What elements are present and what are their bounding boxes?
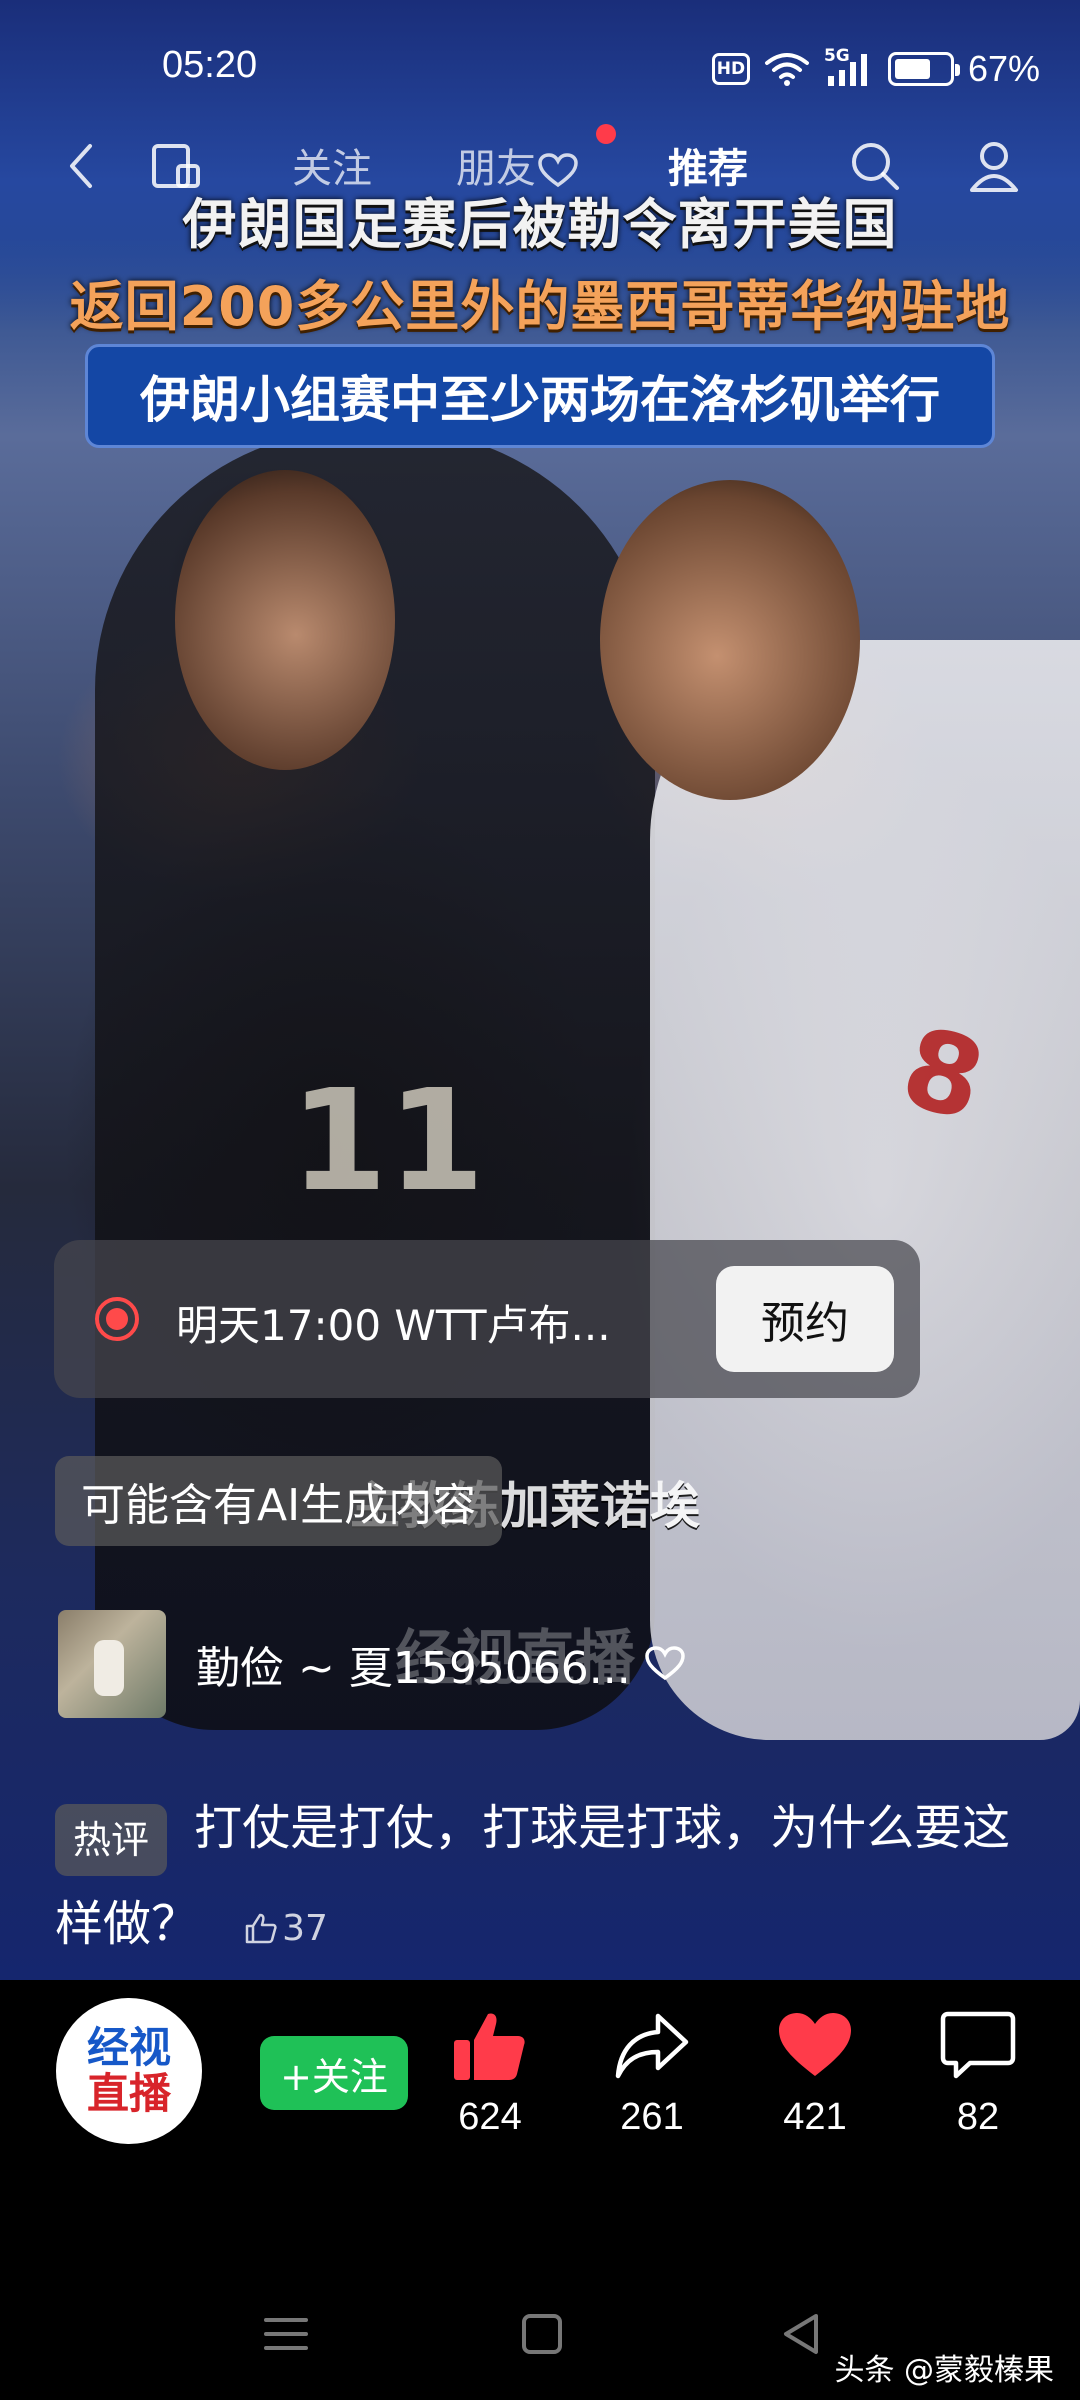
thumbs-up-outline-icon	[245, 1913, 277, 1944]
comment-button[interactable]: 82	[918, 2010, 1038, 2139]
share-icon	[615, 2013, 689, 2079]
live-reserve-card[interactable]: 明天17:00 WTT卢布... 预约	[54, 1240, 920, 1398]
notification-dot	[596, 124, 616, 144]
record-icon	[95, 1297, 139, 1341]
screen: 11 8 05:20 HD 5G 67% 关注 朋友 推荐 伊朗国足赛后被勒令离…	[0, 0, 1080, 2400]
hot-comment-like-count: 37	[282, 1908, 328, 1949]
action-bar: 经视 直播 +关注 624 261 421 82	[0, 1980, 1080, 2210]
channel-logo-line-1: 经视	[86, 2023, 171, 2072]
hd-icon: HD	[711, 53, 750, 85]
hot-comment-likes[interactable]: 37	[244, 1908, 328, 1949]
video-headline-3: 伊朗小组赛中至少两场在洛杉矶举行	[85, 344, 995, 448]
battery-tip	[954, 64, 960, 76]
battery-icon	[887, 52, 960, 86]
commenter-avatar[interactable]	[58, 1610, 166, 1718]
wifi-icon	[764, 53, 809, 86]
back-triangle-icon[interactable]	[772, 2304, 832, 2364]
status-bar: 05:20 HD 5G 67%	[0, 30, 1080, 110]
hot-comment[interactable]: 热评 打仗是打仗，打球是打球，为什么要这样做？ 37	[55, 1780, 1035, 1972]
ai-content-notice: 可能含有AI生成内容	[55, 1456, 503, 1546]
follow-button[interactable]: +关注	[260, 2036, 408, 2110]
favorite-count: 421	[783, 2096, 847, 2138]
channel-avatar[interactable]: 经视 直播	[56, 1998, 202, 2144]
top-commenter[interactable]: 勤俭 ~ 夏1595066...	[58, 1610, 685, 1718]
home-icon[interactable]	[512, 2304, 572, 2364]
menu-icon[interactable]	[256, 2304, 316, 2364]
favorite-button[interactable]: 421	[755, 2010, 875, 2139]
thumbs-up-icon	[454, 2013, 525, 2080]
video-headline-2: 返回200多公里外的墨西哥蒂华纳驻地	[69, 275, 1011, 338]
status-icons: HD 5G 67%	[711, 46, 1040, 90]
share-button[interactable]: 261	[592, 2010, 712, 2139]
share-count: 261	[620, 2096, 684, 2138]
battery-percent: 67%	[967, 48, 1040, 89]
status-time: 05:20	[162, 44, 258, 86]
battery-level-fill	[894, 59, 930, 79]
heart-outline-icon	[645, 1646, 685, 1681]
comment-icon	[940, 2011, 1016, 2079]
commenter-name[interactable]: 勤俭 ~ 夏1595066...	[196, 1632, 631, 1696]
player-right-figure	[650, 640, 1080, 1740]
like-count: 624	[458, 2096, 522, 2138]
hot-comment-tag: 热评	[55, 1803, 168, 1876]
video-headline-1: 伊朗国足赛后被勒令离开美国	[182, 193, 898, 256]
hot-comment-text: 打仗是打仗，打球是打球，为什么要这样做？	[55, 1800, 1011, 1952]
reserve-button[interactable]: 预约	[716, 1266, 894, 1372]
heart-icon	[779, 2013, 851, 2076]
like-button[interactable]: 624	[430, 2010, 550, 2139]
cell-signal-icon: 5G	[824, 46, 874, 88]
live-reserve-text: 明天17:00 WTT卢布...	[176, 1301, 611, 1350]
comment-count: 82	[956, 2096, 1000, 2138]
channel-logo-line-2: 直播	[86, 2069, 171, 2118]
footer-credit: 头条 @蒙毅榛果	[834, 2353, 1054, 2388]
player-right-head	[600, 480, 860, 800]
jersey-number-left: 11	[290, 1060, 485, 1223]
player-left-head	[175, 470, 395, 770]
